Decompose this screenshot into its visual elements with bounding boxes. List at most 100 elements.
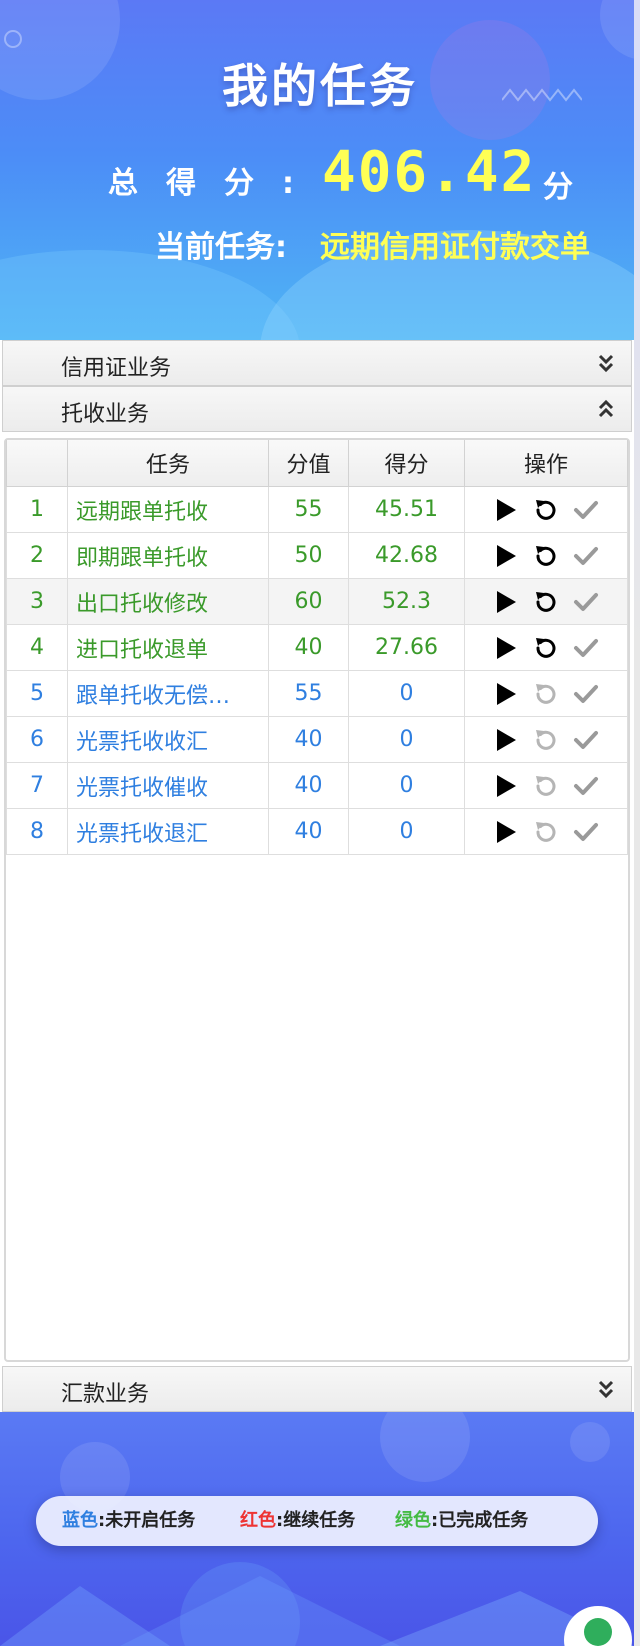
table-row: 8 光票托收退汇 40 0 [6,808,628,855]
table-row: 5 跟单托收无偿… 55 0 [6,670,628,717]
play-icon[interactable] [493,819,519,845]
task-name[interactable]: 出口托收修改 [67,578,269,625]
play-icon[interactable] [493,773,519,799]
check-icon[interactable] [573,773,599,799]
check-icon[interactable] [573,589,599,615]
task-actions [464,532,628,579]
check-icon[interactable] [573,497,599,523]
task-value: 40 [268,808,349,855]
task-actions [464,670,628,717]
check-icon[interactable] [573,635,599,661]
task-score: 0 [348,716,465,763]
section-header-collection[interactable]: 托收业务 [2,386,632,432]
task-accordion: 信用证业务 托收业务 任务 分值 得分 操作 1 远期跟单托收 55 45.51… [0,340,634,1412]
play-icon[interactable] [493,727,519,753]
task-actions [464,578,628,625]
restart-icon[interactable] [533,773,559,799]
column-header-score: 得分 [348,440,465,487]
table-row: 7 光票托收催收 40 0 [6,762,628,809]
check-icon[interactable] [573,543,599,569]
total-score-label: 总得分: [108,166,322,201]
restart-icon[interactable] [533,819,559,845]
color-legend: 蓝色:未开启任务 红色:继续任务 绿色:已完成任务 [36,1496,598,1546]
task-name[interactable]: 远期跟单托收 [67,486,269,533]
table-row: 3 出口托收修改 60 52.3 [6,578,628,625]
row-index: 2 [6,532,68,579]
total-score-unit: 分 [543,170,573,205]
check-icon[interactable] [573,681,599,707]
task-score: 45.51 [348,486,465,533]
task-value: 40 [268,716,349,763]
check-icon[interactable] [573,727,599,753]
task-name[interactable]: 进口托收退单 [67,624,269,671]
restart-icon[interactable] [533,543,559,569]
legend-green: 绿色:已完成任务 [395,1496,528,1546]
play-icon[interactable] [493,589,519,615]
play-icon[interactable] [493,681,519,707]
task-name[interactable]: 光票托收收汇 [67,716,269,763]
assistant-icon [584,1618,612,1646]
table-row: 4 进口托收退单 40 27.66 [6,624,628,671]
task-name[interactable]: 光票托收催收 [67,762,269,809]
task-value: 40 [268,762,349,809]
legend-blue: 蓝色:未开启任务 [62,1496,195,1546]
task-value: 55 [268,670,349,717]
task-score: 0 [348,762,465,809]
double-chevron-down-icon [598,1380,614,1399]
row-index: 7 [6,762,68,809]
collection-task-table-frame: 任务 分值 得分 操作 1 远期跟单托收 55 45.51 2 即期跟单托收 50 42.68… [4,438,630,1362]
restart-icon[interactable] [533,681,559,707]
task-actions [464,486,628,533]
column-header-actions: 操作 [464,440,628,487]
section-label: 托收业务 [61,402,150,427]
column-header-task: 任务 [67,440,269,487]
play-icon[interactable] [493,543,519,569]
task-name[interactable]: 光票托收退汇 [67,808,269,855]
footer-banner: 蓝色:未开启任务 红色:继续任务 绿色:已完成任务 [0,1412,634,1646]
task-score: 27.66 [348,624,465,671]
table-header-row: 任务 分值 得分 操作 [6,440,628,487]
table-row: 6 光票托收收汇 40 0 [6,716,628,763]
section-label: 汇款业务 [61,1382,150,1407]
task-actions [464,716,628,763]
restart-icon[interactable] [533,727,559,753]
section-label: 信用证业务 [61,356,172,381]
restart-icon[interactable] [533,635,559,661]
current-task-label: 当前任务: [155,230,287,265]
row-index: 4 [6,624,68,671]
column-header-value: 分值 [268,440,349,487]
current-task: 当前任务: 远期信用证付款交单 [0,222,640,266]
double-chevron-up-icon [598,399,614,418]
restart-icon[interactable] [533,497,559,523]
task-actions [464,762,628,809]
task-value: 50 [268,532,349,579]
task-actions [464,808,628,855]
column-header-index [6,440,68,487]
task-name[interactable]: 即期跟单托收 [67,532,269,579]
task-table: 任务 分值 得分 操作 1 远期跟单托收 55 45.51 2 即期跟单托收 50 42.68… [6,440,628,855]
task-value: 60 [268,578,349,625]
legend-green-text: :已完成任务 [431,1510,529,1531]
current-task-value: 远期信用证付款交单 [320,230,590,265]
section-header-remittance[interactable]: 汇款业务 [2,1366,632,1412]
play-icon[interactable] [493,497,519,523]
task-score: 42.68 [348,532,465,579]
row-index: 6 [6,716,68,763]
section-header-letter-of-credit[interactable]: 信用证业务 [2,340,632,386]
task-actions [464,624,628,671]
decorative-ring [4,30,22,48]
restart-icon[interactable] [533,589,559,615]
task-name[interactable]: 跟单托收无偿… [67,670,269,717]
table-row: 1 远期跟单托收 55 45.51 [6,486,628,533]
row-index: 8 [6,808,68,855]
header-banner: 我的任务 总得分: 406.42 分 当前任务: 远期信用证付款交单 [0,0,640,344]
task-score: 52.3 [348,578,465,625]
check-icon[interactable] [573,819,599,845]
row-index: 3 [6,578,68,625]
play-icon[interactable] [493,635,519,661]
table-row: 2 即期跟单托收 50 42.68 [6,532,628,579]
page-title: 我的任务 [222,59,418,113]
double-chevron-down-icon [598,354,614,373]
decorative-mountains [0,1576,634,1646]
task-value: 55 [268,486,349,533]
